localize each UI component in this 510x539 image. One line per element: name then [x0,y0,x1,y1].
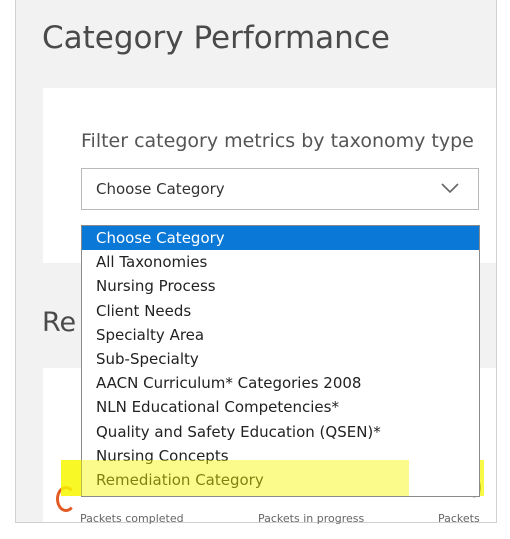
metric-label-packets: Packets [438,512,480,525]
chevron-down-icon [441,183,459,194]
option-nln-competencies[interactable]: NLN Educational Competencies* [82,395,479,419]
page-title: Category Performance [42,20,390,56]
option-all-taxonomies[interactable]: All Taxonomies [82,250,479,274]
metric-label-in-progress: Packets in progress [258,512,365,525]
option-client-needs[interactable]: Client Needs [82,299,479,323]
highlight-overlay [61,460,409,496]
option-qsen[interactable]: Quality and Safety Education (QSEN)* [82,420,479,444]
option-choose-category[interactable]: Choose Category [82,226,479,251]
category-select[interactable]: Choose Category [81,168,479,210]
category-select-value: Choose Category [96,180,225,198]
metric-label-completed: Packets completed [80,512,184,525]
option-nursing-process[interactable]: Nursing Process [82,274,479,298]
category-dropdown-list[interactable]: Choose Category All Taxonomies Nursing P… [81,225,480,497]
filter-label: Filter category metrics by taxonomy type [81,130,474,152]
option-specialty-area[interactable]: Specialty Area [82,323,479,347]
section-heading: Re [42,307,77,338]
option-aacn-curriculum[interactable]: AACN Curriculum* Categories 2008 [82,371,479,395]
option-sub-specialty[interactable]: Sub-Specialty [82,347,479,371]
